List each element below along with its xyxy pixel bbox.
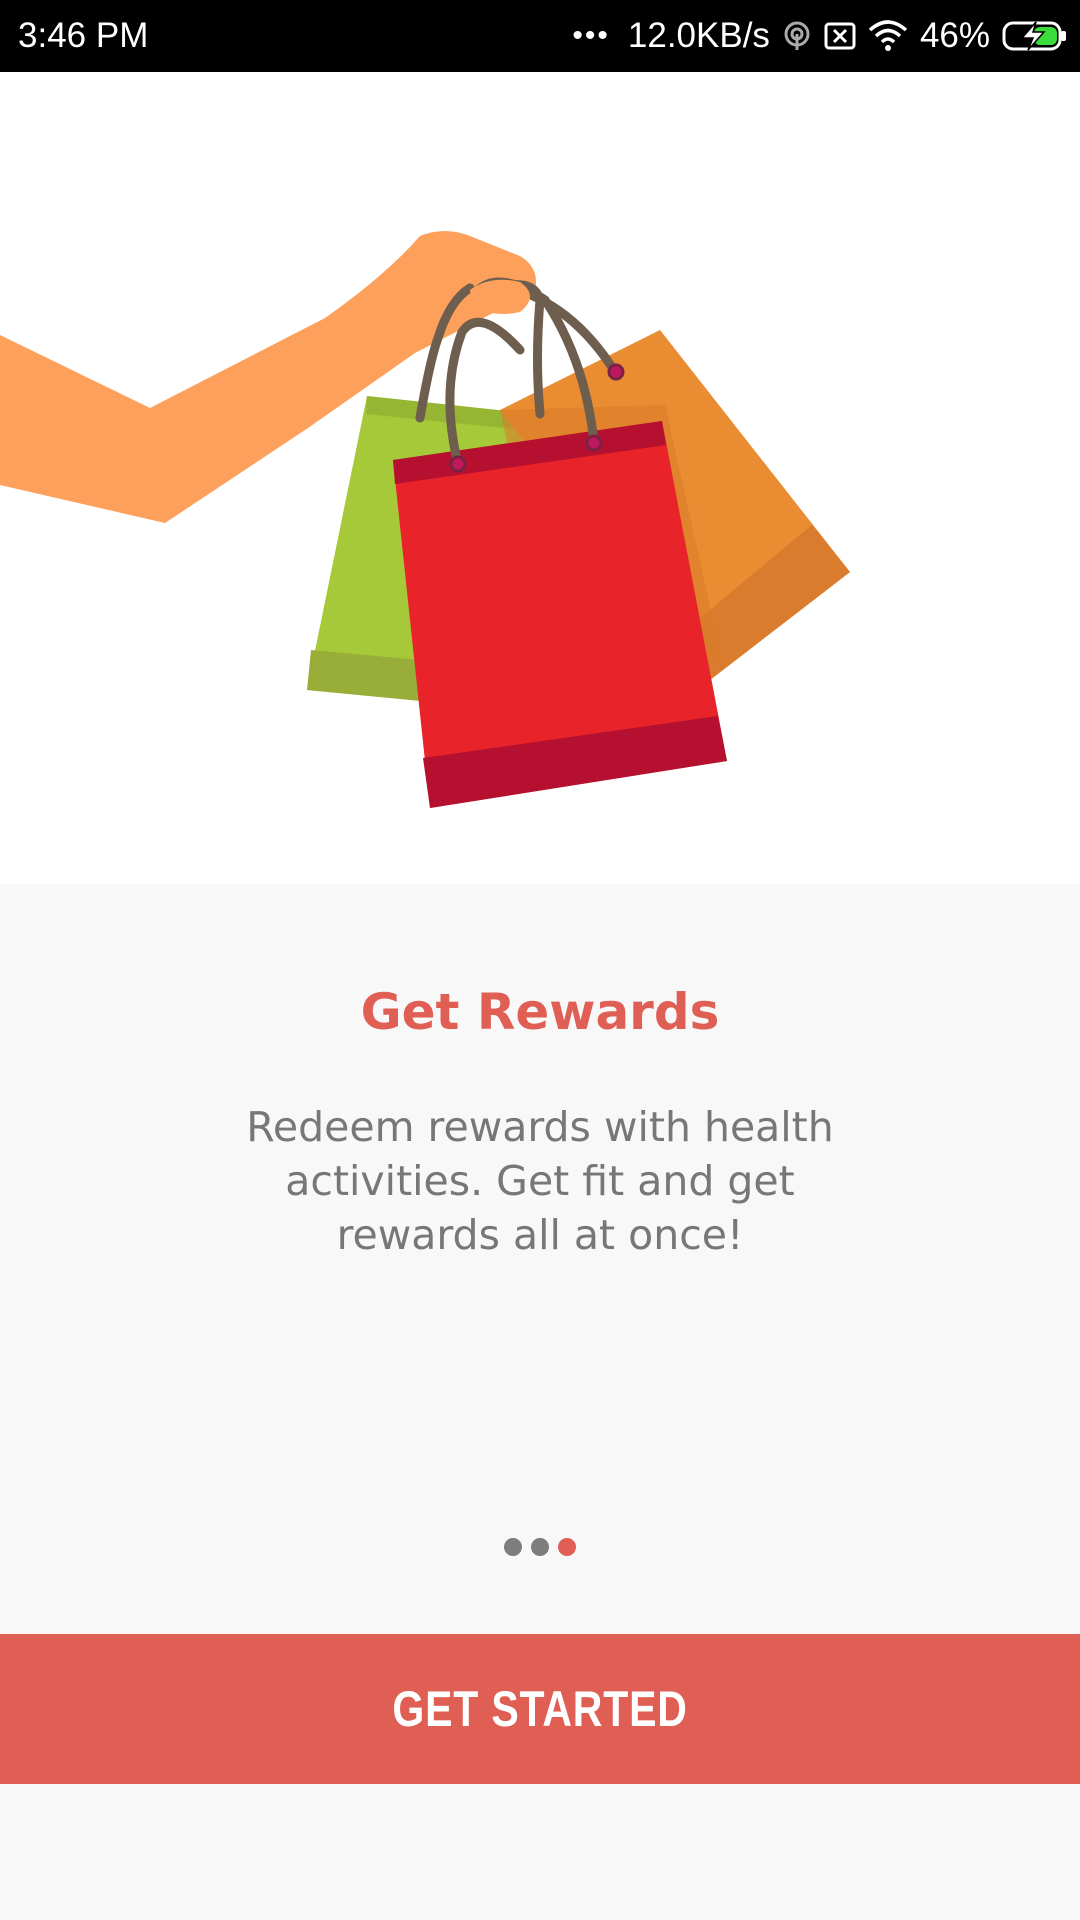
page-dot-3-active[interactable] bbox=[558, 1538, 576, 1556]
status-right: ••• 12.0KB/s 46% bbox=[572, 16, 1068, 56]
hero-illustration bbox=[0, 72, 1080, 884]
status-bar: 3:46 PM ••• 12.0KB/s 46% bbox=[0, 0, 1080, 72]
shopping-bags-illustration bbox=[0, 231, 850, 808]
status-time: 3:46 PM bbox=[18, 16, 149, 55]
more-notifications-icon: ••• bbox=[572, 19, 610, 52]
network-speed: 12.0KB/s bbox=[627, 16, 770, 55]
hotspot-icon bbox=[782, 21, 812, 51]
battery-percent: 46% bbox=[919, 16, 990, 55]
onboarding-title: Get Rewards bbox=[360, 983, 720, 1041]
no-sim-icon bbox=[824, 21, 856, 51]
get-started-button[interactable]: GET STARTED bbox=[0, 1634, 1080, 1784]
page-indicator bbox=[0, 1538, 1080, 1556]
battery-charging-icon bbox=[1002, 20, 1068, 52]
onboarding-description: Redeem rewards with health activities. G… bbox=[246, 1103, 834, 1259]
wifi-icon bbox=[868, 20, 908, 52]
get-started-label: GET STARTED bbox=[392, 1681, 688, 1737]
page-dot-2[interactable] bbox=[531, 1538, 549, 1556]
page-dot-1[interactable] bbox=[504, 1538, 522, 1556]
